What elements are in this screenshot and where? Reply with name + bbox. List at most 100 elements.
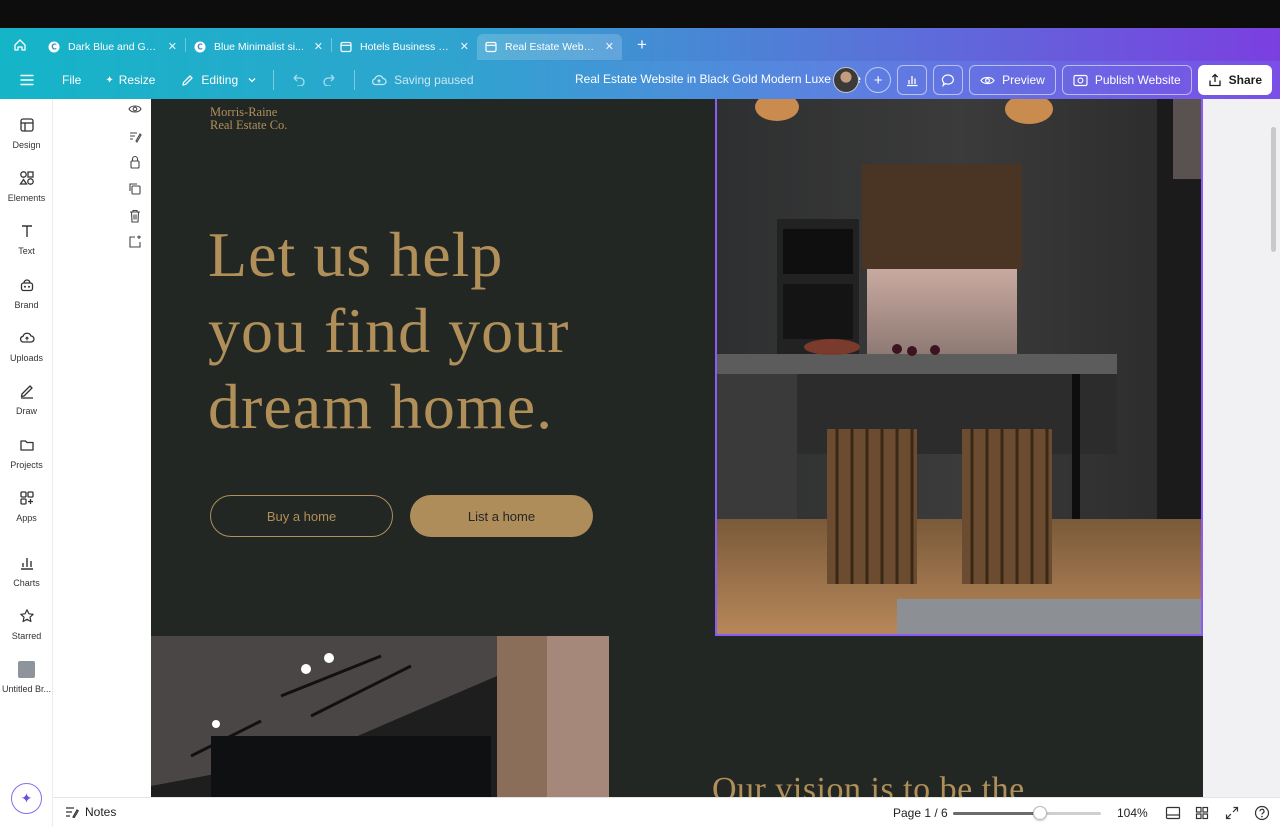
tab-real-estate-website[interactable]: Real Estate Websit... ✕ bbox=[477, 33, 622, 60]
os-top-strip bbox=[0, 0, 1280, 28]
close-icon[interactable]: ✕ bbox=[460, 40, 469, 53]
insights-button[interactable] bbox=[897, 65, 928, 95]
vision-heading[interactable]: Our vision is to be the bbox=[712, 771, 1025, 797]
sidebar-item-label: Projects bbox=[10, 460, 43, 470]
headline-line-1: Let us help bbox=[208, 219, 504, 290]
tab-title: Real Estate Websit... bbox=[505, 40, 599, 53]
tab-hotels-business[interactable]: Hotels Business W... ✕ bbox=[332, 34, 477, 60]
sidebar-item-text[interactable]: Text bbox=[0, 221, 53, 256]
canva-logo-icon: C bbox=[48, 41, 60, 53]
notes-edit-icon[interactable] bbox=[128, 129, 142, 143]
svg-text:C: C bbox=[197, 42, 203, 51]
bottom-bar: Notes Page 1 / 6 104% bbox=[53, 797, 1280, 827]
design-canvas[interactable]: Morris-Raine Real Estate Co. Let us help… bbox=[151, 99, 1280, 797]
redo-icon bbox=[323, 74, 335, 86]
trash-icon[interactable] bbox=[128, 209, 142, 223]
page-vision-section[interactable]: Our vision is to be the bbox=[151, 636, 1203, 797]
home-tab[interactable] bbox=[0, 28, 40, 61]
lock-icon[interactable] bbox=[128, 155, 142, 169]
tab-bar: C Dark Blue and Gold... ✕ C Blue Minimal… bbox=[0, 28, 1280, 61]
apps-icon bbox=[0, 488, 53, 508]
comment-icon bbox=[941, 73, 954, 87]
close-icon[interactable]: ✕ bbox=[168, 40, 177, 53]
undo-button[interactable] bbox=[282, 65, 314, 95]
tab-title: Dark Blue and Gold... bbox=[68, 40, 162, 53]
notes-icon bbox=[66, 807, 79, 818]
page-hero-section[interactable]: Morris-Raine Real Estate Co. Let us help… bbox=[151, 99, 1203, 636]
document-title[interactable]: Real Estate Website in Black Gold Modern… bbox=[575, 72, 861, 86]
new-tab-button[interactable]: + bbox=[630, 35, 654, 55]
redo-button[interactable] bbox=[314, 65, 346, 95]
save-status[interactable]: Saving paused bbox=[363, 65, 481, 95]
list-label: List a home bbox=[467, 508, 536, 524]
eye-icon[interactable] bbox=[128, 102, 142, 116]
sidebar-item-starred[interactable]: Starred bbox=[0, 606, 53, 641]
hero-headline[interactable]: Let us help you find your dream home. bbox=[208, 217, 688, 445]
tab-title: Hotels Business W... bbox=[360, 40, 454, 53]
sidebar-item-draw[interactable]: Draw bbox=[0, 381, 53, 416]
notes-button[interactable]: Notes bbox=[65, 805, 116, 819]
fullscreen-icon[interactable] bbox=[1224, 805, 1240, 821]
close-icon[interactable]: ✕ bbox=[314, 40, 323, 53]
add-collaborator-button[interactable]: + bbox=[865, 67, 892, 93]
sidebar-item-label: Design bbox=[12, 140, 41, 150]
interior-photo[interactable] bbox=[151, 636, 609, 797]
sidebar-item-elements[interactable]: Elements bbox=[0, 168, 53, 203]
eye-icon bbox=[980, 76, 995, 84]
sidebar-item-label: Starred bbox=[11, 631, 42, 641]
draw-icon bbox=[0, 381, 53, 401]
home-icon bbox=[14, 38, 26, 51]
tab-dark-blue-gold[interactable]: C Dark Blue and Gold... ✕ bbox=[40, 34, 185, 60]
duplicate-icon[interactable] bbox=[128, 182, 142, 196]
editing-label: Editing bbox=[201, 73, 239, 87]
zoom-slider[interactable] bbox=[953, 806, 1101, 820]
page-view-icon[interactable] bbox=[1165, 805, 1181, 821]
charts-icon bbox=[0, 553, 53, 573]
brand-logo-text[interactable]: Morris-Raine Real Estate Co. bbox=[210, 106, 287, 132]
publish-website-button[interactable]: Publish Website bbox=[1061, 65, 1192, 95]
brand-kit-thumbnail bbox=[0, 659, 53, 679]
file-menu-button[interactable]: File bbox=[54, 65, 89, 95]
publish-label: Publish Website bbox=[1094, 73, 1181, 87]
help-icon[interactable] bbox=[1254, 805, 1270, 821]
comments-button[interactable] bbox=[933, 65, 964, 95]
left-sidebar: Design Elements Text Brand Uploads Draw … bbox=[0, 99, 53, 827]
sidebar-item-label: Elements bbox=[7, 193, 46, 203]
file-label: File bbox=[62, 73, 82, 87]
resize-button[interactable]: ✦ Resize bbox=[97, 65, 163, 95]
brand-line-2: Real Estate Co. bbox=[210, 118, 288, 132]
svg-text:C: C bbox=[51, 42, 57, 51]
preview-button[interactable]: Preview bbox=[969, 65, 1056, 95]
kitchen-photo[interactable] bbox=[715, 99, 1203, 636]
toolbar-divider bbox=[273, 70, 275, 90]
grid-view-icon[interactable] bbox=[1194, 805, 1210, 821]
canvas-scrollbar[interactable] bbox=[1271, 127, 1276, 252]
list-a-home-button[interactable]: List a home bbox=[410, 495, 593, 537]
sidebar-item-label: Uploads bbox=[9, 353, 44, 363]
saving-status-label: Saving paused bbox=[394, 73, 474, 87]
zoom-slider-handle[interactable] bbox=[1033, 806, 1048, 820]
close-icon[interactable]: ✕ bbox=[605, 40, 614, 53]
magic-assistant-button[interactable]: ✦ bbox=[11, 783, 42, 814]
headline-line-2: you find your bbox=[208, 295, 570, 366]
buy-a-home-button[interactable]: Buy a home bbox=[210, 495, 393, 537]
toolbar-divider bbox=[354, 70, 356, 90]
main-menu-button[interactable] bbox=[0, 65, 54, 95]
sidebar-item-charts[interactable]: Charts bbox=[0, 553, 53, 588]
tab-blue-minimalist[interactable]: C Blue Minimalist si... ✕ bbox=[186, 34, 331, 60]
add-page-icon[interactable] bbox=[128, 235, 142, 249]
sidebar-item-brand[interactable]: Brand bbox=[0, 275, 53, 310]
sidebar-item-apps[interactable]: Apps bbox=[0, 488, 53, 523]
zoom-slider-fill bbox=[953, 812, 1041, 815]
sidebar-item-brand-kit[interactable]: Untitled Br... bbox=[0, 659, 53, 694]
share-button[interactable]: Share bbox=[1197, 65, 1272, 95]
editing-mode-dropdown[interactable]: Editing bbox=[173, 65, 265, 95]
brand-icon bbox=[0, 275, 53, 295]
page-indicator[interactable]: Page 1 / 6 bbox=[893, 806, 948, 820]
sidebar-item-uploads[interactable]: Uploads bbox=[0, 328, 53, 363]
sidebar-item-projects[interactable]: Projects bbox=[0, 435, 53, 470]
sidebar-item-design[interactable]: Design bbox=[0, 115, 53, 150]
editor-toolbar: File ✦ Resize Editing Saving paused Real… bbox=[0, 61, 1280, 99]
zoom-level[interactable]: 104% bbox=[1117, 806, 1148, 820]
avatar[interactable] bbox=[833, 67, 860, 93]
